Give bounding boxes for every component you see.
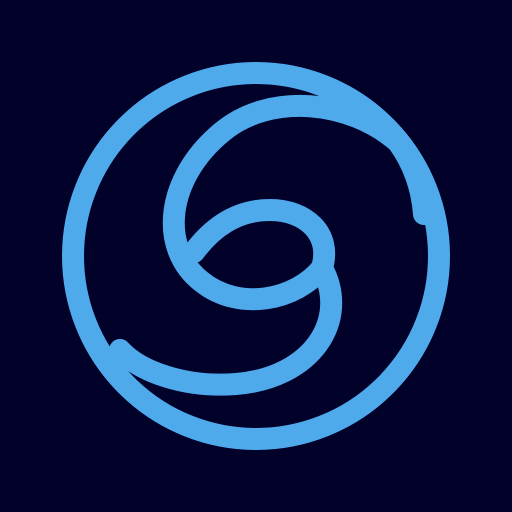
swirl-circle-icon	[0, 0, 512, 512]
app-icon-canvas	[0, 0, 512, 512]
